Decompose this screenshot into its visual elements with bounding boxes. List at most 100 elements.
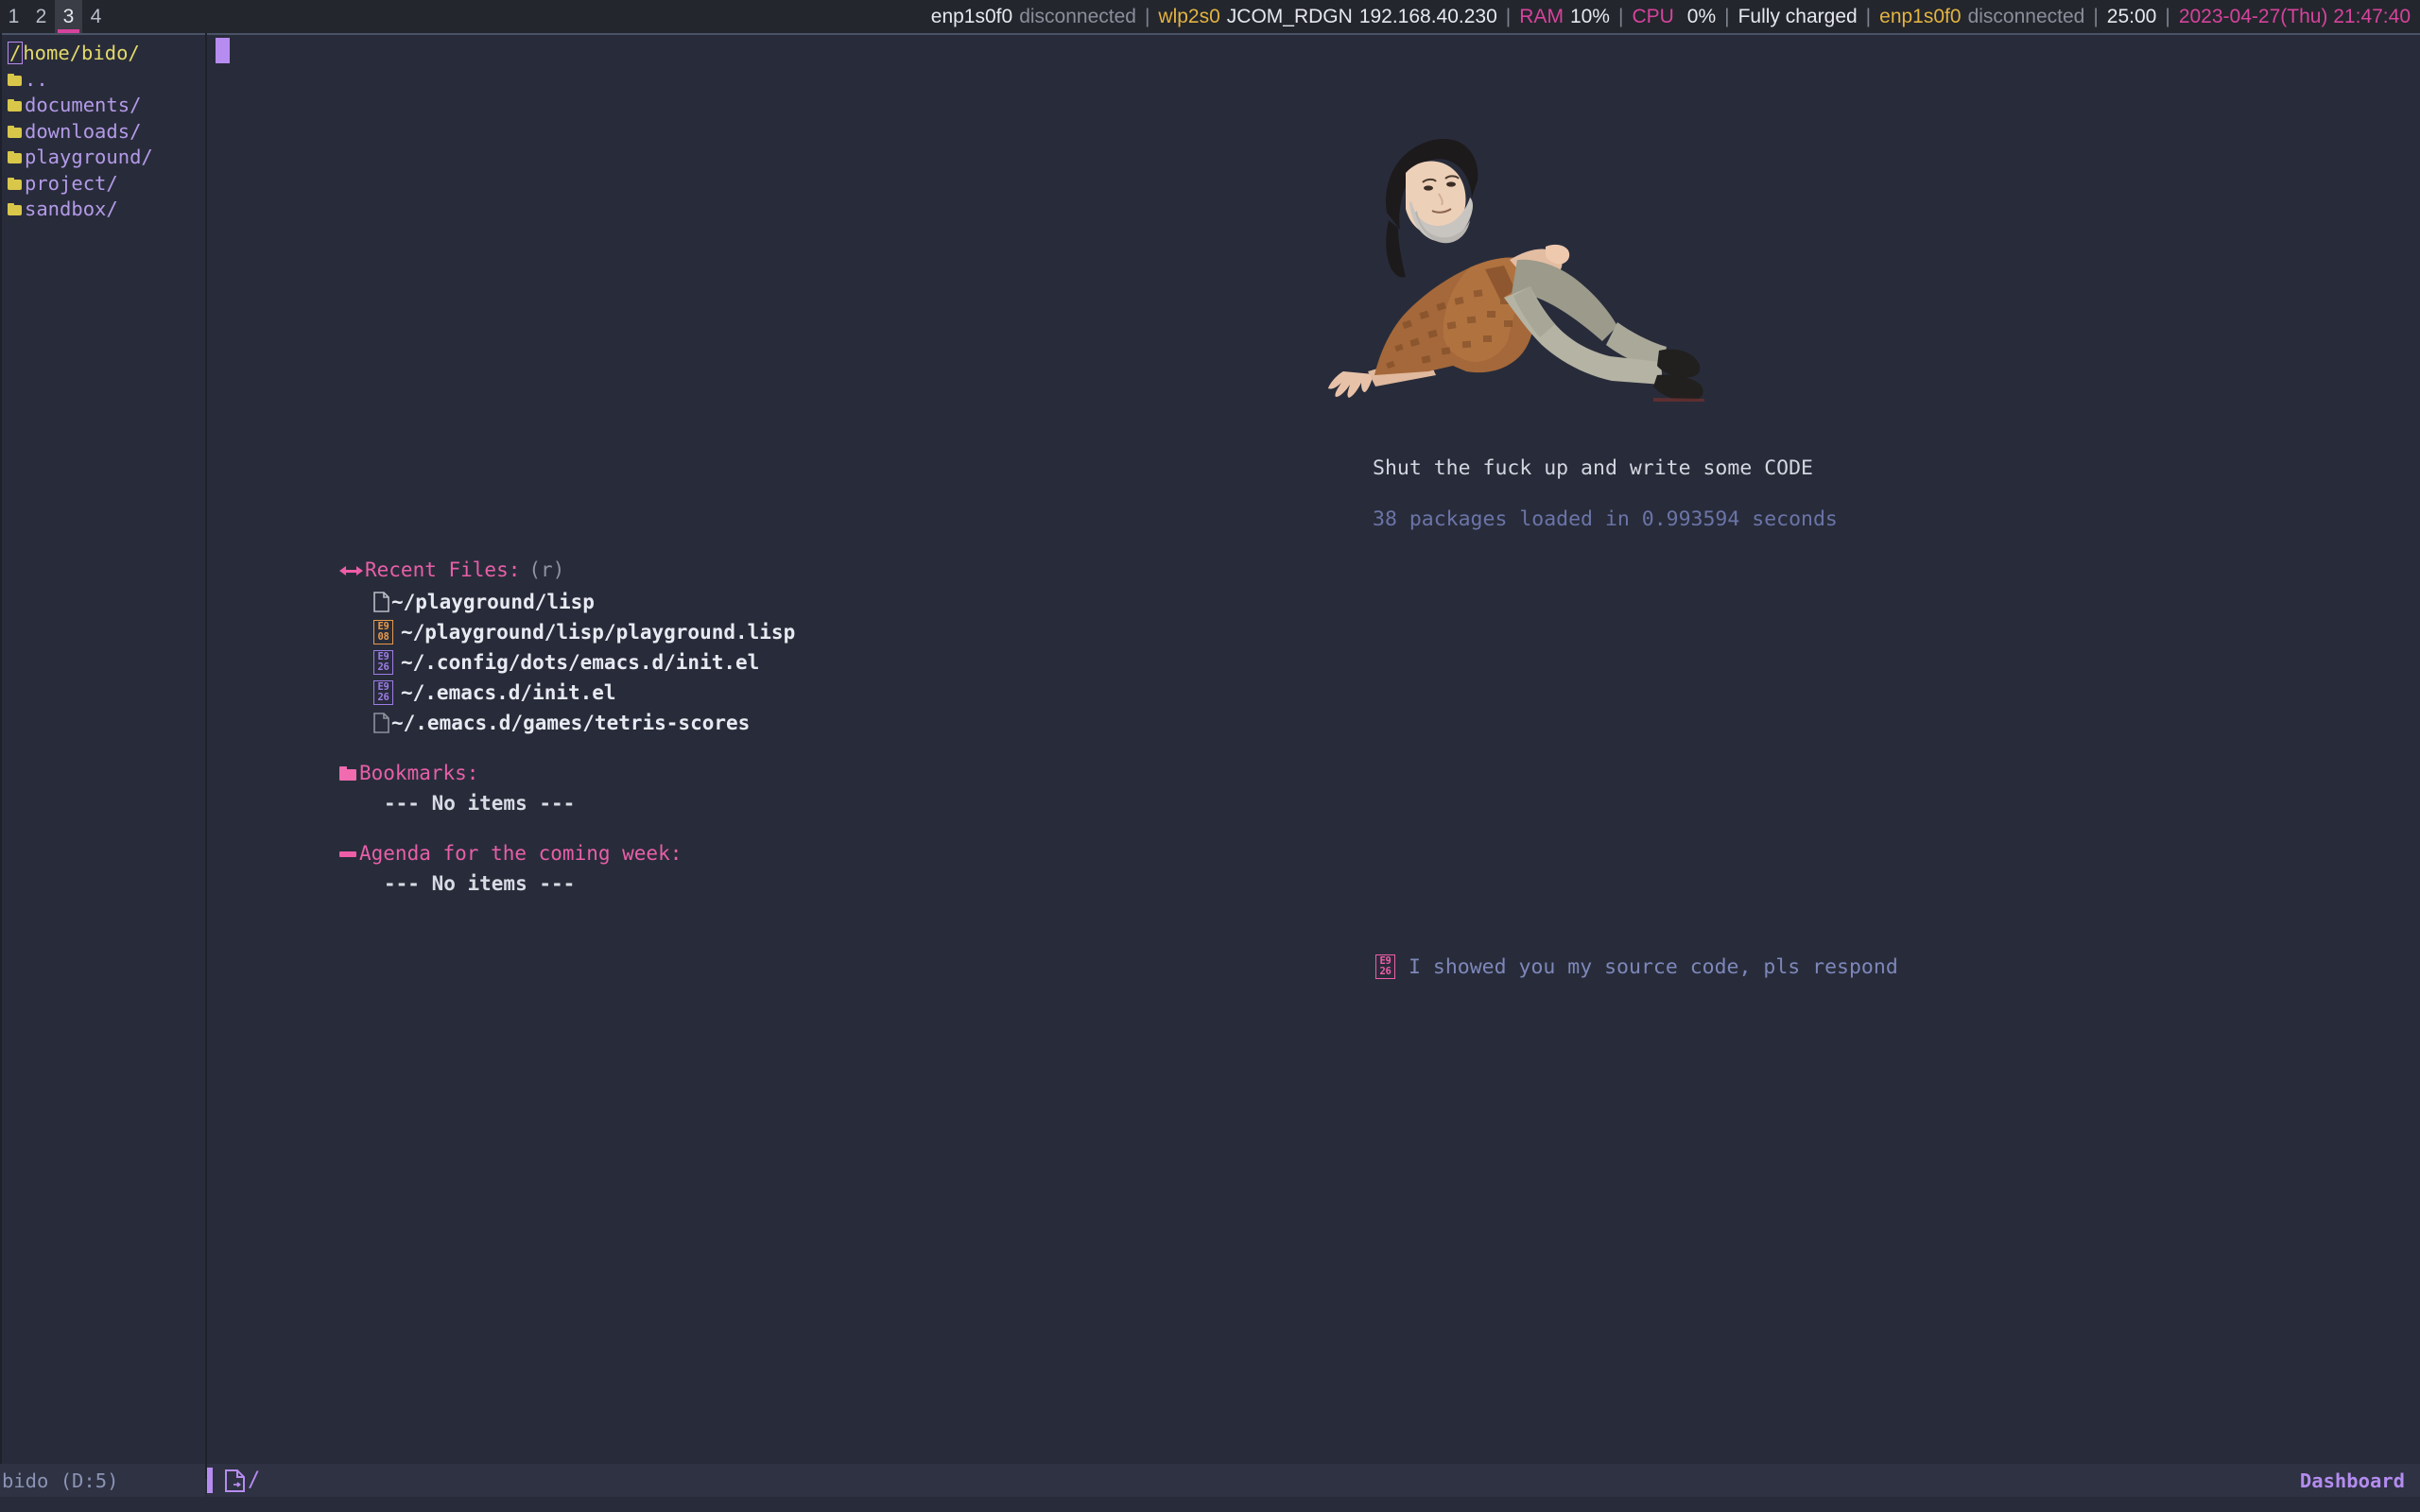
recent-files-keyhint: (r): [528, 558, 564, 583]
workspace-1[interactable]: 1: [0, 0, 27, 33]
bookmarks-empty: --- No items ---: [384, 791, 575, 816]
recent-file-item[interactable]: ~/playground/lisp: [373, 587, 795, 617]
treemacs-item-documents[interactable]: documents/: [8, 93, 205, 119]
tofu-hex-bottom: 26: [377, 662, 389, 673]
battery-status[interactable]: Fully charged: [1738, 6, 1858, 28]
recent-file-item[interactable]: E9 26 ~/.config/dots/emacs.d/init.el: [373, 647, 795, 678]
datetime[interactable]: 2023-04-27(Thu) 21:47:40: [2179, 6, 2411, 28]
separator-3: |: [1610, 6, 1632, 28]
ethernet-status[interactable]: enp1s0f0 disconnected: [931, 6, 1136, 28]
treemacs-root-rest: home/bido/: [23, 42, 139, 64]
tofu-hex-bottom: 26: [377, 693, 389, 703]
treemacs-root-path[interactable]: /home/bido/: [8, 41, 205, 67]
ram-status[interactable]: RAM 10%: [1519, 6, 1610, 28]
workspace-3[interactable]: 3: [55, 0, 82, 33]
treemacs-sidebar[interactable]: /home/bido/ .. documents/ downloads/ pla…: [0, 33, 205, 1479]
agenda-header[interactable]: Agenda for the coming week:: [339, 841, 682, 867]
cpu-status[interactable]: CPU 0%: [1632, 6, 1716, 28]
recent-files-list: ~/playground/lisp E9 08 ~/playground/lis…: [373, 587, 795, 738]
dashboard-tagline: Shut the fuck up and write some CODE: [1373, 456, 1813, 481]
wifi-ip: 192.168.40.230: [1359, 6, 1497, 28]
folder-icon: [8, 151, 22, 163]
bookmarks-title: Bookmarks:: [359, 761, 478, 786]
ethernet-name: enp1s0f0: [931, 6, 1012, 28]
bookmarks-header[interactable]: Bookmarks:: [339, 761, 575, 786]
treemacs-item-label: downloads/: [25, 119, 141, 146]
page-icon: [373, 713, 389, 733]
pink-folder-icon: [339, 766, 356, 781]
treemacs-item-label: documents/: [25, 93, 141, 119]
separator-5: |: [1858, 6, 1879, 28]
ethernet2-status[interactable]: enp1s0f0 disconnected: [1879, 6, 2084, 28]
treemacs-item-label: project/: [25, 171, 118, 198]
modeline-major-mode: Dashboard: [2300, 1469, 2405, 1492]
recent-file-path: ~/.config/dots/emacs.d/init.el: [401, 650, 759, 676]
folder-icon: [8, 74, 22, 86]
banner-image: [1285, 118, 1757, 421]
cpu-value: 0%: [1687, 6, 1716, 28]
tofu-hex-bottom: 08: [377, 632, 389, 643]
ethernet-state: disconnected: [1019, 6, 1136, 28]
modeline-dashboard: / Dashboard: [207, 1464, 2420, 1497]
separator-2: |: [1497, 6, 1519, 28]
agenda-title: Agenda for the coming week:: [359, 841, 682, 867]
recent-file-path: ~/.emacs.d/games/tetris-scores: [391, 711, 750, 736]
tofu-icon: E9 26: [373, 650, 393, 675]
separator-4: |: [1716, 6, 1737, 28]
echo-area: [0, 1497, 2420, 1512]
pink-dash-icon: [339, 851, 356, 857]
tofu-icon: E9 26: [373, 680, 393, 705]
folder-icon: [8, 126, 22, 138]
page-icon: [373, 592, 389, 612]
ethernet2-name: enp1s0f0: [1879, 6, 1961, 28]
treemacs-item-label: sandbox/: [25, 197, 118, 223]
tofu-icon: E9 08: [373, 620, 393, 644]
separator-6: |: [2084, 6, 2106, 28]
double-arrow-icon: [339, 563, 363, 578]
folder-icon: [8, 99, 22, 112]
recent-file-item[interactable]: E9 26 ~/.emacs.d/init.el: [373, 678, 795, 708]
dashboard-window: Shut the fuck up and write some CODE 38 …: [207, 33, 2420, 1479]
recent-file-path: ~/playground/lisp/playground.lisp: [401, 620, 795, 645]
recent-file-path: ~/.emacs.d/init.el: [401, 680, 616, 706]
wifi-status[interactable]: wlp2s0 JCOM_RDGN 192.168.40.230: [1158, 6, 1496, 28]
ram-value: 10%: [1570, 6, 1610, 28]
cpu-label: CPU: [1632, 6, 1673, 28]
modeline-buffer-path: /: [248, 1469, 260, 1492]
recent-file-path: ~/playground/lisp: [391, 590, 595, 615]
modeline-buffer-name: bido (D:5): [2, 1469, 118, 1492]
recent-files-title: Recent Files:: [365, 558, 520, 583]
separator-7: |: [2156, 6, 2178, 28]
recent-files-header[interactable]: Recent Files: (r): [339, 558, 795, 583]
pomodoro-timer[interactable]: 25:00: [2107, 6, 2157, 28]
treemacs-item-downloads[interactable]: downloads/: [8, 119, 205, 146]
workspace-switcher[interactable]: 1 2 3 4: [0, 0, 110, 33]
emacs-frame: /home/bido/ .. documents/ downloads/ pla…: [0, 33, 2420, 1512]
ram-label: RAM: [1519, 6, 1564, 28]
agenda-section: Agenda for the coming week: --- No items…: [339, 841, 682, 897]
folder-icon: [8, 178, 22, 190]
modeline-cursor: [207, 1468, 213, 1493]
workspace-4[interactable]: 4: [82, 0, 110, 33]
dashboard-footer: E9 26 I showed you my source code, pls r…: [1375, 954, 1898, 979]
treemacs-item-sandbox[interactable]: sandbox/: [8, 197, 205, 223]
status-bar-right: enp1s0f0 disconnected | wlp2s0 JCOM_RDGN…: [931, 0, 2420, 33]
separator-1: |: [1136, 6, 1158, 28]
wifi-name: wlp2s0: [1158, 6, 1219, 28]
tofu-icon: E9 26: [1375, 954, 1395, 979]
dashboard-packages-loaded: 38 packages loaded in 0.993594 seconds: [1373, 507, 1838, 532]
treemacs-root-slash: /: [8, 42, 23, 64]
agenda-empty: --- No items ---: [384, 871, 682, 897]
treemacs-item-playground[interactable]: playground/: [8, 145, 205, 171]
treemacs-item-parent[interactable]: ..: [8, 67, 205, 94]
bookmarks-section: Bookmarks: --- No items ---: [339, 761, 575, 816]
modeline-sidebar: bido (D:5): [0, 1464, 205, 1497]
recent-file-item[interactable]: E9 08 ~/playground/lisp/playground.lisp: [373, 617, 795, 647]
recent-file-item[interactable]: ~/.emacs.d/games/tetris-scores: [373, 708, 795, 738]
treemacs-item-label: playground/: [25, 145, 153, 171]
treemacs-item-label: ..: [25, 67, 48, 94]
treemacs-item-project[interactable]: project/: [8, 171, 205, 198]
workspace-2[interactable]: 2: [27, 0, 55, 33]
recent-files-section: Recent Files: (r) ~/playground/lisp: [339, 558, 795, 738]
tofu-hex-bottom: 26: [1379, 967, 1391, 977]
